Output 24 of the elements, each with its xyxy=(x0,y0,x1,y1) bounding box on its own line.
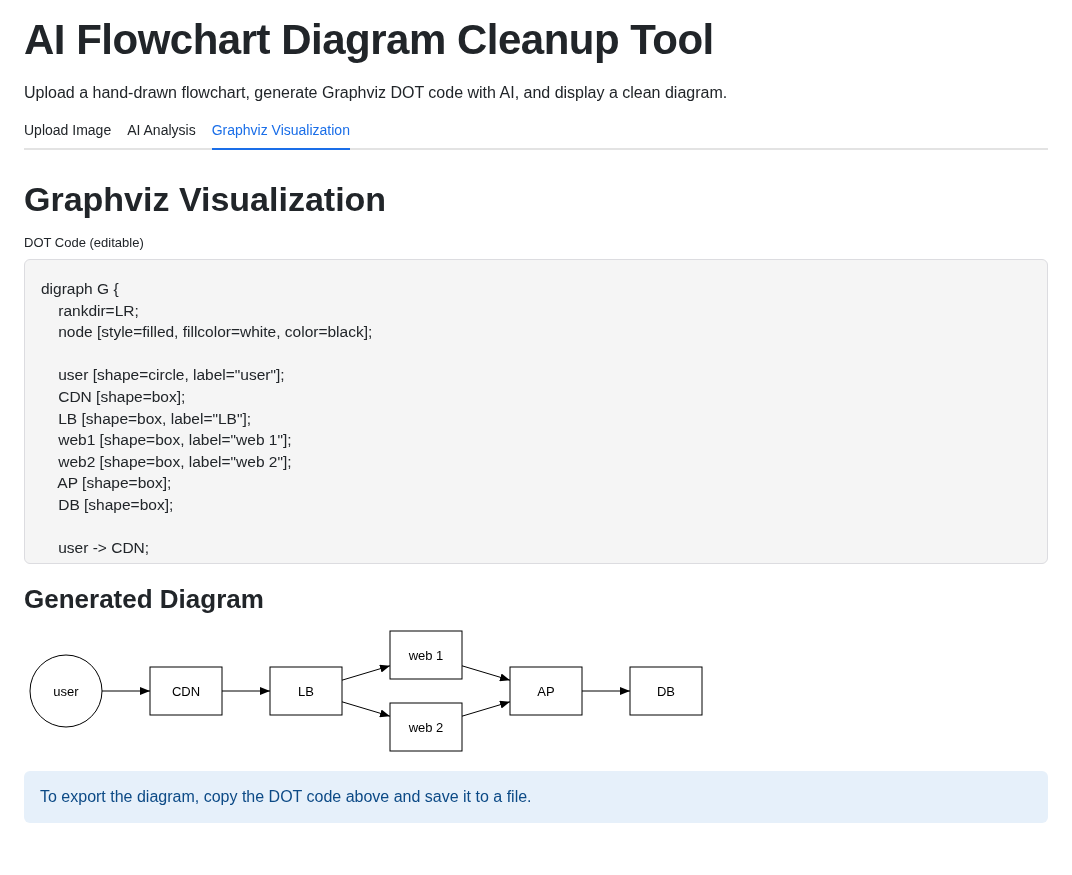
page-title: AI Flowchart Diagram Cleanup Tool xyxy=(24,16,715,64)
diagram-node: LB xyxy=(269,666,343,716)
diagram-node: CDN xyxy=(149,666,223,716)
diagram-node: web 2 xyxy=(389,702,463,752)
arrow xyxy=(221,686,271,695)
diagram-heading: Generated Diagram xyxy=(24,583,265,615)
diagram-node: user xyxy=(29,654,103,728)
arrow xyxy=(101,686,151,695)
tab[interactable]: AI Analysis xyxy=(127,122,196,150)
arrow xyxy=(461,665,511,681)
arrow xyxy=(461,700,511,717)
info-message: To export the diagram, copy the DOT code above and save it to a file. xyxy=(24,770,1048,823)
page-subtitle: Upload a hand-drawn flowchart, generate Graphviz DOT code with AI, and display a clean diagram. xyxy=(24,84,729,102)
tab[interactable]: Graphviz Visualization xyxy=(211,122,350,150)
code-editor[interactable]: digraph G { rankdir=LR; node [style=filled, fillcolor=white, color=black]; user [shape=circle, label="user"]; CDN [shape=box]; LB [shape=box, label="LB"]; web1 [shape=box, label="web 1"]; web2 [shape=box, label="web 2"]; AP [shape=box]; DB [shape=box]; user -> CDN; xyxy=(24,259,1048,564)
field-label: DOT Code (editable) xyxy=(24,235,145,250)
tab[interactable]: Upload Image xyxy=(24,122,112,150)
diagram-node: web 1 xyxy=(389,630,463,680)
diagram-node: AP xyxy=(509,666,583,716)
arrow xyxy=(581,686,631,695)
arrow xyxy=(341,664,391,681)
section-heading: Graphviz Visualization xyxy=(24,180,388,219)
diagram-node: DB xyxy=(629,666,703,716)
arrow xyxy=(341,701,391,717)
